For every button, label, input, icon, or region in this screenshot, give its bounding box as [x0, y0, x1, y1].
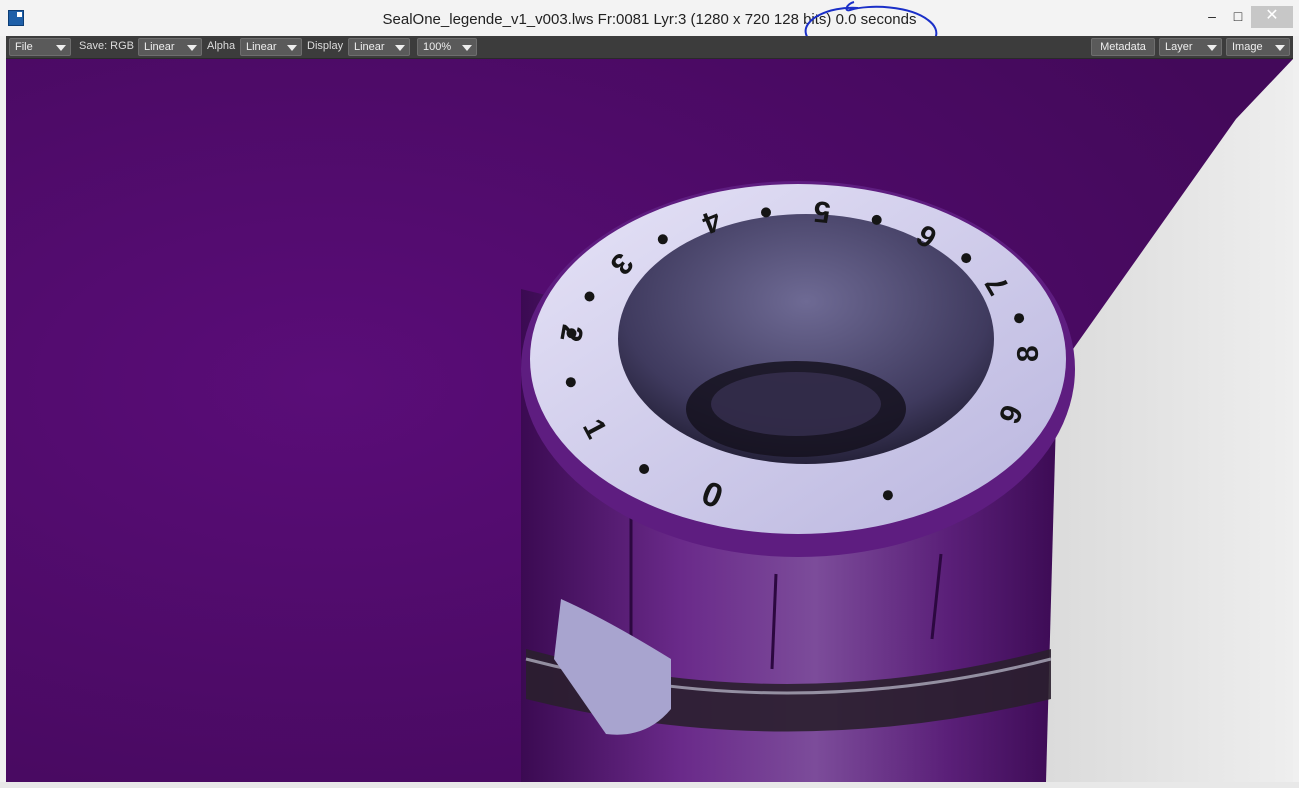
window-title: SealOne_legende_v1_v003.lws Fr:0081 Lyr:…: [382, 11, 917, 28]
rendered-image: 0123456789: [6, 59, 1293, 782]
dial-dot: [584, 291, 595, 302]
chevron-down-icon: [187, 45, 197, 51]
dial-dot: [565, 377, 576, 388]
layer-dropdown[interactable]: Layer: [1159, 38, 1222, 56]
dial-dot: [961, 253, 972, 264]
chevron-down-icon: [1275, 45, 1285, 51]
zoom-dropdown[interactable]: 100%: [417, 38, 477, 56]
dial-dot: [761, 207, 771, 218]
file-dropdown[interactable]: File: [9, 38, 71, 56]
render-toolbar: File Save: RGB Linear Alpha Linear Displ…: [6, 36, 1293, 59]
dial-dot: [1014, 313, 1025, 324]
title-bar: SealOne_legende_v1_v003.lws Fr:0081 Lyr:…: [0, 0, 1299, 36]
save-dropdown[interactable]: Linear: [138, 38, 202, 56]
chevron-down-icon: [287, 45, 297, 51]
dial-dot: [639, 464, 650, 474]
dial-dot: [882, 490, 893, 501]
dial-dot: [871, 214, 882, 225]
display-dropdown[interactable]: Linear: [348, 38, 410, 56]
dial-digit-8: 8: [1012, 345, 1046, 363]
display-label: Display: [307, 40, 344, 52]
dial-digit-5: 5: [812, 194, 832, 229]
dial-dot: [657, 234, 668, 245]
chevron-down-icon: [56, 45, 66, 51]
close-button[interactable]: ✕: [1251, 6, 1293, 28]
image-dropdown[interactable]: Image: [1226, 38, 1290, 56]
minimize-button[interactable]: –: [1199, 6, 1225, 28]
chevron-down-icon: [462, 45, 472, 51]
metadata-button[interactable]: Metadata: [1091, 38, 1155, 56]
window-bottom-border: [0, 782, 1299, 788]
save-label: Save: RGB: [79, 40, 135, 52]
render-viewport[interactable]: 0123456789: [6, 59, 1293, 782]
dial-dot: [566, 328, 577, 339]
alpha-label: Alpha: [207, 40, 236, 52]
maximize-button[interactable]: □: [1225, 6, 1251, 28]
alpha-dropdown[interactable]: Linear: [240, 38, 302, 56]
chevron-down-icon: [395, 45, 405, 51]
chevron-down-icon: [1207, 45, 1217, 51]
